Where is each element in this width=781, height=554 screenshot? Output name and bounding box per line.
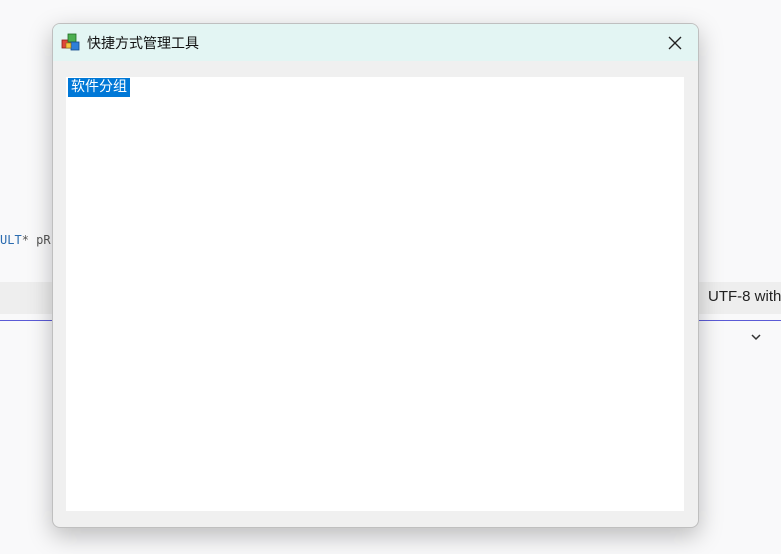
software-group-tree[interactable]: 软件分组 (66, 77, 684, 511)
tree-item-software-group[interactable]: 软件分组 (68, 78, 130, 97)
title-bar[interactable]: 快捷方式管理工具 (53, 24, 698, 61)
code-text: * pR (21, 233, 51, 247)
shortcut-manager-window: 快捷方式管理工具 软件分组 (52, 23, 699, 528)
close-icon (668, 36, 682, 49)
app-cubes-icon (61, 33, 80, 51)
encoding-indicator[interactable]: UTF-8 with (708, 288, 781, 305)
chevron-down-icon[interactable] (749, 330, 763, 344)
background-code-line: ULT* pR (0, 233, 51, 247)
code-keyword: ULT (0, 233, 22, 247)
close-button[interactable] (652, 24, 698, 61)
window-title: 快捷方式管理工具 (87, 36, 199, 52)
